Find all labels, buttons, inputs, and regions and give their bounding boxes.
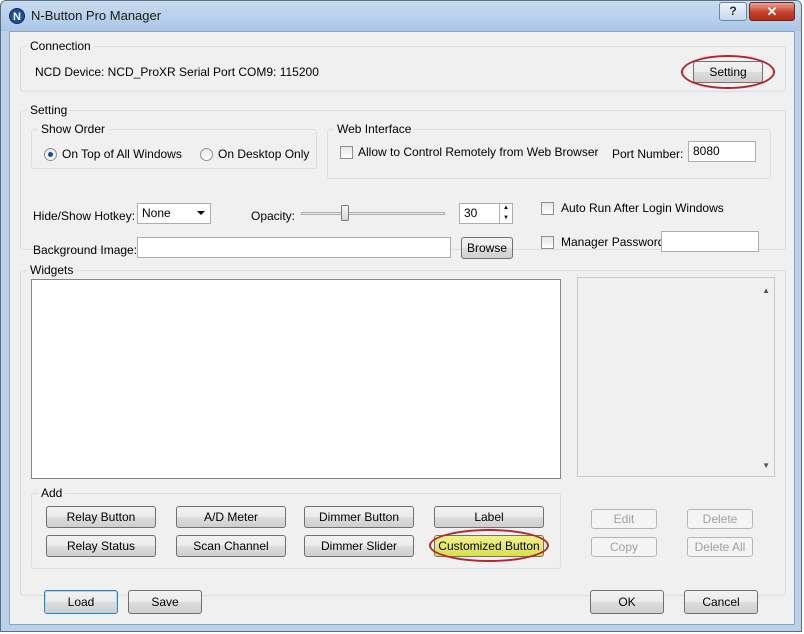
add-group-label: Add: [38, 486, 66, 500]
opacity-label: Opacity:: [251, 209, 296, 223]
connection-group: Connection NCD Device: NCD_ProXR Serial …: [20, 39, 786, 92]
widgets-group: Widgets ▲ ▼ Add Relay Button A/D Meter D…: [20, 263, 786, 596]
widget-properties-panel[interactable]: ▲ ▼: [577, 277, 775, 477]
browse-button[interactable]: Browse: [461, 237, 513, 259]
auto-run-label[interactable]: Auto Run After Login Windows: [561, 201, 724, 215]
opacity-slider-track: [301, 212, 445, 215]
manager-password-checkbox[interactable]: [541, 236, 554, 249]
hotkey-select-value: None: [142, 206, 171, 220]
ok-button[interactable]: OK: [590, 590, 664, 614]
opacity-slider[interactable]: [301, 205, 445, 223]
copy-button[interactable]: Copy: [591, 537, 657, 557]
background-image-label: Background Image:: [33, 243, 138, 257]
background-image-input[interactable]: [137, 237, 451, 258]
spinner-down-icon[interactable]: ▼: [499, 213, 512, 223]
delete-button[interactable]: Delete: [687, 509, 753, 529]
desktop-only-label[interactable]: On Desktop Only: [218, 147, 309, 161]
add-group: Add Relay Button A/D Meter Dimmer Button…: [31, 486, 561, 569]
hotkey-label: Hide/Show Hotkey:: [33, 209, 136, 223]
cancel-button[interactable]: Cancel: [684, 590, 758, 614]
dimmer-slider-add[interactable]: Dimmer Slider: [304, 535, 414, 557]
show-order-group: Show Order On Top of All Windows On Desk…: [31, 122, 317, 169]
show-order-label: Show Order: [38, 122, 109, 136]
opacity-spinner[interactable]: 30 ▲ ▼: [459, 203, 513, 224]
scan-channel-add[interactable]: Scan Channel: [176, 535, 286, 557]
hotkey-select[interactable]: None: [137, 203, 211, 224]
on-top-label[interactable]: On Top of All Windows: [62, 147, 182, 161]
setting-group: Setting Show Order On Top of All Windows…: [20, 103, 786, 259]
help-button[interactable]: ?: [719, 2, 747, 21]
manager-password-label[interactable]: Manager Password: [561, 235, 664, 249]
auto-run-checkbox[interactable]: [541, 202, 554, 215]
relay-button-add[interactable]: Relay Button: [46, 506, 156, 528]
setting-button[interactable]: Setting: [693, 61, 763, 83]
chevron-down-icon: [197, 211, 205, 215]
dimmer-button-add[interactable]: Dimmer Button: [304, 506, 414, 528]
port-number-input[interactable]: 8080: [688, 141, 756, 162]
main-window: N N-Button Pro Manager ? ✕ Connection NC…: [0, 0, 802, 632]
widgets-group-label: Widgets: [27, 263, 77, 277]
web-interface-label: Web Interface: [334, 122, 415, 136]
allow-remote-checkbox[interactable]: [340, 146, 353, 159]
opacity-value: 30: [464, 206, 478, 220]
opacity-slider-thumb[interactable]: [341, 205, 349, 221]
desktop-only-radio[interactable]: [200, 148, 213, 161]
label-add[interactable]: Label: [434, 506, 544, 528]
connection-group-label: Connection: [27, 39, 94, 53]
customized-button-add[interactable]: Customized Button: [434, 535, 544, 557]
spinner-up-icon[interactable]: ▲: [499, 204, 512, 213]
relay-status-add[interactable]: Relay Status: [46, 535, 156, 557]
scroll-down-icon[interactable]: ▼: [762, 461, 770, 470]
dialog-body: Connection NCD Device: NCD_ProXR Serial …: [9, 31, 795, 625]
port-number-label: Port Number:: [612, 147, 684, 161]
window-title: N-Button Pro Manager: [31, 8, 162, 23]
app-logo-icon: N: [9, 8, 25, 24]
manager-password-input[interactable]: [661, 231, 759, 252]
delete-all-button[interactable]: Delete All: [687, 537, 753, 557]
scroll-up-icon[interactable]: ▲: [762, 286, 770, 295]
on-top-radio[interactable]: [44, 148, 57, 161]
load-button[interactable]: Load: [44, 590, 118, 614]
setting-group-label: Setting: [27, 103, 71, 117]
web-interface-group: Web Interface Allow to Control Remotely …: [327, 122, 771, 179]
edit-button[interactable]: Edit: [591, 509, 657, 529]
widgets-list[interactable]: [31, 279, 561, 479]
allow-remote-label[interactable]: Allow to Control Remotely from Web Brows…: [358, 145, 599, 159]
close-button[interactable]: ✕: [749, 2, 795, 21]
connection-status-text: NCD Device: NCD_ProXR Serial Port COM9: …: [35, 65, 319, 79]
save-button[interactable]: Save: [128, 590, 202, 614]
ad-meter-add[interactable]: A/D Meter: [176, 506, 286, 528]
title-bar[interactable]: N N-Button Pro Manager ? ✕: [1, 1, 801, 31]
